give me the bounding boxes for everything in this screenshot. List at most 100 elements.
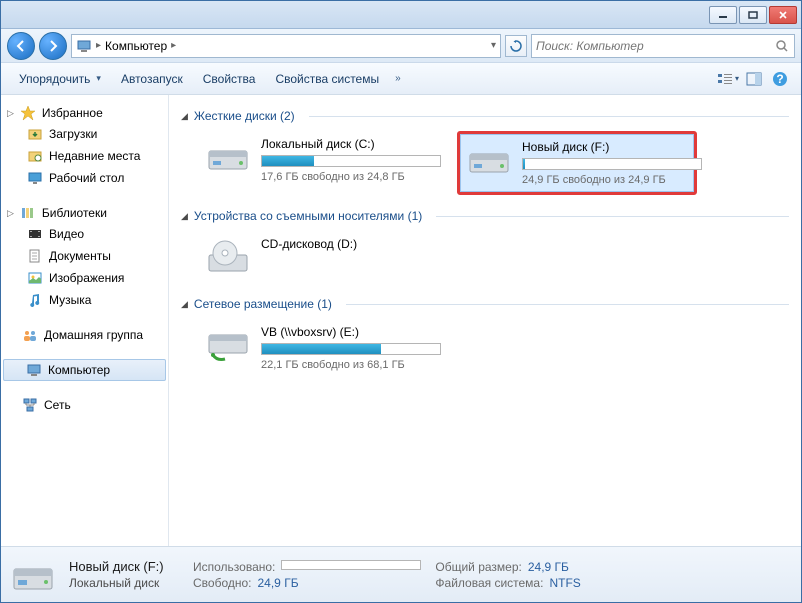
details-name: Новый диск (F:) [69, 559, 179, 574]
section-removable[interactable]: ◢ Устройства со съемными носителями (1) [181, 209, 789, 223]
drive-d[interactable]: CD-дисковод (D:) [199, 231, 439, 283]
search-box[interactable] [531, 34, 795, 58]
drive-free-text: 22,1 ГБ свободно из 68,1 ГБ [261, 359, 441, 371]
sidebar-item-documents[interactable]: Документы [3, 245, 166, 267]
drive-free-text: 24,9 ГБ свободно из 24,9 ГБ [522, 174, 702, 186]
breadcrumb-location[interactable]: Компьютер [105, 39, 167, 53]
drive-f[interactable]: Новый диск (F:) 24,9 ГБ свободно из 24,9… [457, 131, 697, 195]
collapse-icon: ◢ [181, 111, 188, 122]
explorer-window: ▸ Компьютер ▸ ▾ Упорядочить Автозапуск С… [0, 0, 802, 603]
navbar: ▸ Компьютер ▸ ▾ [1, 29, 801, 63]
homegroup-icon [22, 327, 38, 343]
titlebar [1, 1, 801, 29]
toolbar: Упорядочить Автозапуск Свойства Свойства… [1, 63, 801, 95]
details-free-value: 24,9 ГБ [258, 576, 299, 590]
drive-name: Новый диск (F:) [522, 140, 702, 154]
recent-icon [27, 148, 43, 164]
video-icon [27, 226, 43, 242]
cd-icon [205, 237, 251, 277]
computer-icon [76, 38, 92, 54]
drive-free-text: 17,6 ГБ свободно из 24,8 ГБ [261, 171, 441, 183]
details-fs-value: NTFS [549, 576, 580, 590]
details-fs-label: Файловая система: [435, 576, 543, 590]
search-icon [774, 38, 790, 54]
drive-name: VB (\\vboxsrv) (E:) [261, 325, 441, 339]
downloads-icon [27, 126, 43, 142]
sidebar-item-desktop[interactable]: Рабочий стол [3, 167, 166, 189]
sidebar-item-videos[interactable]: Видео [3, 223, 166, 245]
libraries-label: Библиотеки [42, 206, 107, 220]
breadcrumb[interactable]: ▸ Компьютер ▸ ▾ [71, 34, 501, 58]
hdd-icon [11, 553, 55, 597]
network-label: Сеть [44, 398, 71, 412]
computer-group: Компьютер [3, 359, 166, 381]
body: ▷ Избранное Загрузки Недавние места Рабо… [1, 95, 801, 546]
help-button[interactable]: ? [769, 68, 791, 90]
libraries-icon [20, 205, 36, 221]
star-icon [20, 105, 36, 121]
minimize-button[interactable] [709, 6, 737, 24]
favorites-label: Избранное [42, 106, 103, 120]
network-icon [22, 397, 38, 413]
collapse-icon: ◢ [181, 211, 188, 222]
desktop-icon [27, 170, 43, 186]
organize-menu[interactable]: Упорядочить [11, 68, 109, 90]
details-type: Локальный диск [69, 576, 179, 590]
sidebar-item-music[interactable]: Музыка [3, 289, 166, 311]
music-icon [27, 292, 43, 308]
network-group: Сеть [3, 395, 166, 415]
search-input[interactable] [536, 39, 774, 53]
back-button[interactable] [7, 32, 35, 60]
drive-name: CD-дисковод (D:) [261, 237, 433, 251]
properties-button[interactable]: Свойства [195, 68, 264, 90]
sidebar-item-recent[interactable]: Недавние места [3, 145, 166, 167]
network-drive-icon [205, 325, 251, 365]
view-options-button[interactable]: ▾ [717, 68, 739, 90]
sidebar-item-network[interactable]: Сеть [3, 395, 166, 415]
details-free-label: Свободно: [193, 576, 252, 590]
libraries-header[interactable]: ▷ Библиотеки [3, 203, 166, 223]
documents-icon [27, 248, 43, 264]
chevron-down-icon: ▷ [7, 108, 14, 119]
favorites-group: ▷ Избранное Загрузки Недавние места Рабо… [3, 103, 166, 189]
toolbar-overflow[interactable]: » [391, 73, 405, 84]
pictures-icon [27, 270, 43, 286]
maximize-button[interactable] [739, 6, 767, 24]
close-button[interactable] [769, 6, 797, 24]
sidebar-item-downloads[interactable]: Загрузки [3, 123, 166, 145]
forward-button[interactable] [39, 32, 67, 60]
details-total-value: 24,9 ГБ [528, 560, 569, 574]
libraries-group: ▷ Библиотеки Видео Документы Изображения… [3, 203, 166, 311]
homegroup-group: Домашняя группа [3, 325, 166, 345]
collapse-icon: ◢ [181, 299, 188, 310]
autorun-button[interactable]: Автозапуск [113, 68, 191, 90]
preview-pane-button[interactable] [743, 68, 765, 90]
section-network[interactable]: ◢ Сетевое размещение (1) [181, 297, 789, 311]
system-properties-button[interactable]: Свойства системы [267, 68, 387, 90]
section-hdd[interactable]: ◢ Жесткие диски (2) [181, 109, 789, 123]
chevron-down-icon: ▷ [7, 208, 14, 219]
details-pane: Новый диск (F:) Локальный диск Использов… [1, 546, 801, 602]
details-used-bar [281, 560, 421, 570]
chevron-down-icon[interactable]: ▾ [491, 40, 496, 51]
capacity-bar [261, 155, 441, 167]
drive-e[interactable]: VB (\\vboxsrv) (E:) 22,1 ГБ свободно из … [199, 319, 439, 377]
homegroup-label: Домашняя группа [44, 328, 143, 342]
computer-label: Компьютер [48, 363, 110, 377]
content: ◢ Жесткие диски (2) Локальный диск (C:) … [169, 95, 801, 546]
capacity-bar [261, 343, 441, 355]
chevron-right-icon: ▸ [96, 40, 101, 51]
sidebar-item-computer[interactable]: Компьютер [3, 359, 166, 381]
refresh-button[interactable] [505, 35, 527, 57]
sidebar-item-pictures[interactable]: Изображения [3, 267, 166, 289]
hdd-icon [466, 140, 512, 180]
capacity-bar [522, 158, 702, 170]
drive-name: Локальный диск (C:) [261, 137, 441, 151]
sidebar-item-homegroup[interactable]: Домашняя группа [3, 325, 166, 345]
computer-icon [26, 362, 42, 378]
drive-c[interactable]: Локальный диск (C:) 17,6 ГБ свободно из … [199, 131, 439, 195]
svg-text:?: ? [776, 72, 783, 86]
favorites-header[interactable]: ▷ Избранное [3, 103, 166, 123]
chevron-right-icon: ▸ [171, 40, 176, 51]
details-total-label: Общий размер: [435, 560, 521, 574]
